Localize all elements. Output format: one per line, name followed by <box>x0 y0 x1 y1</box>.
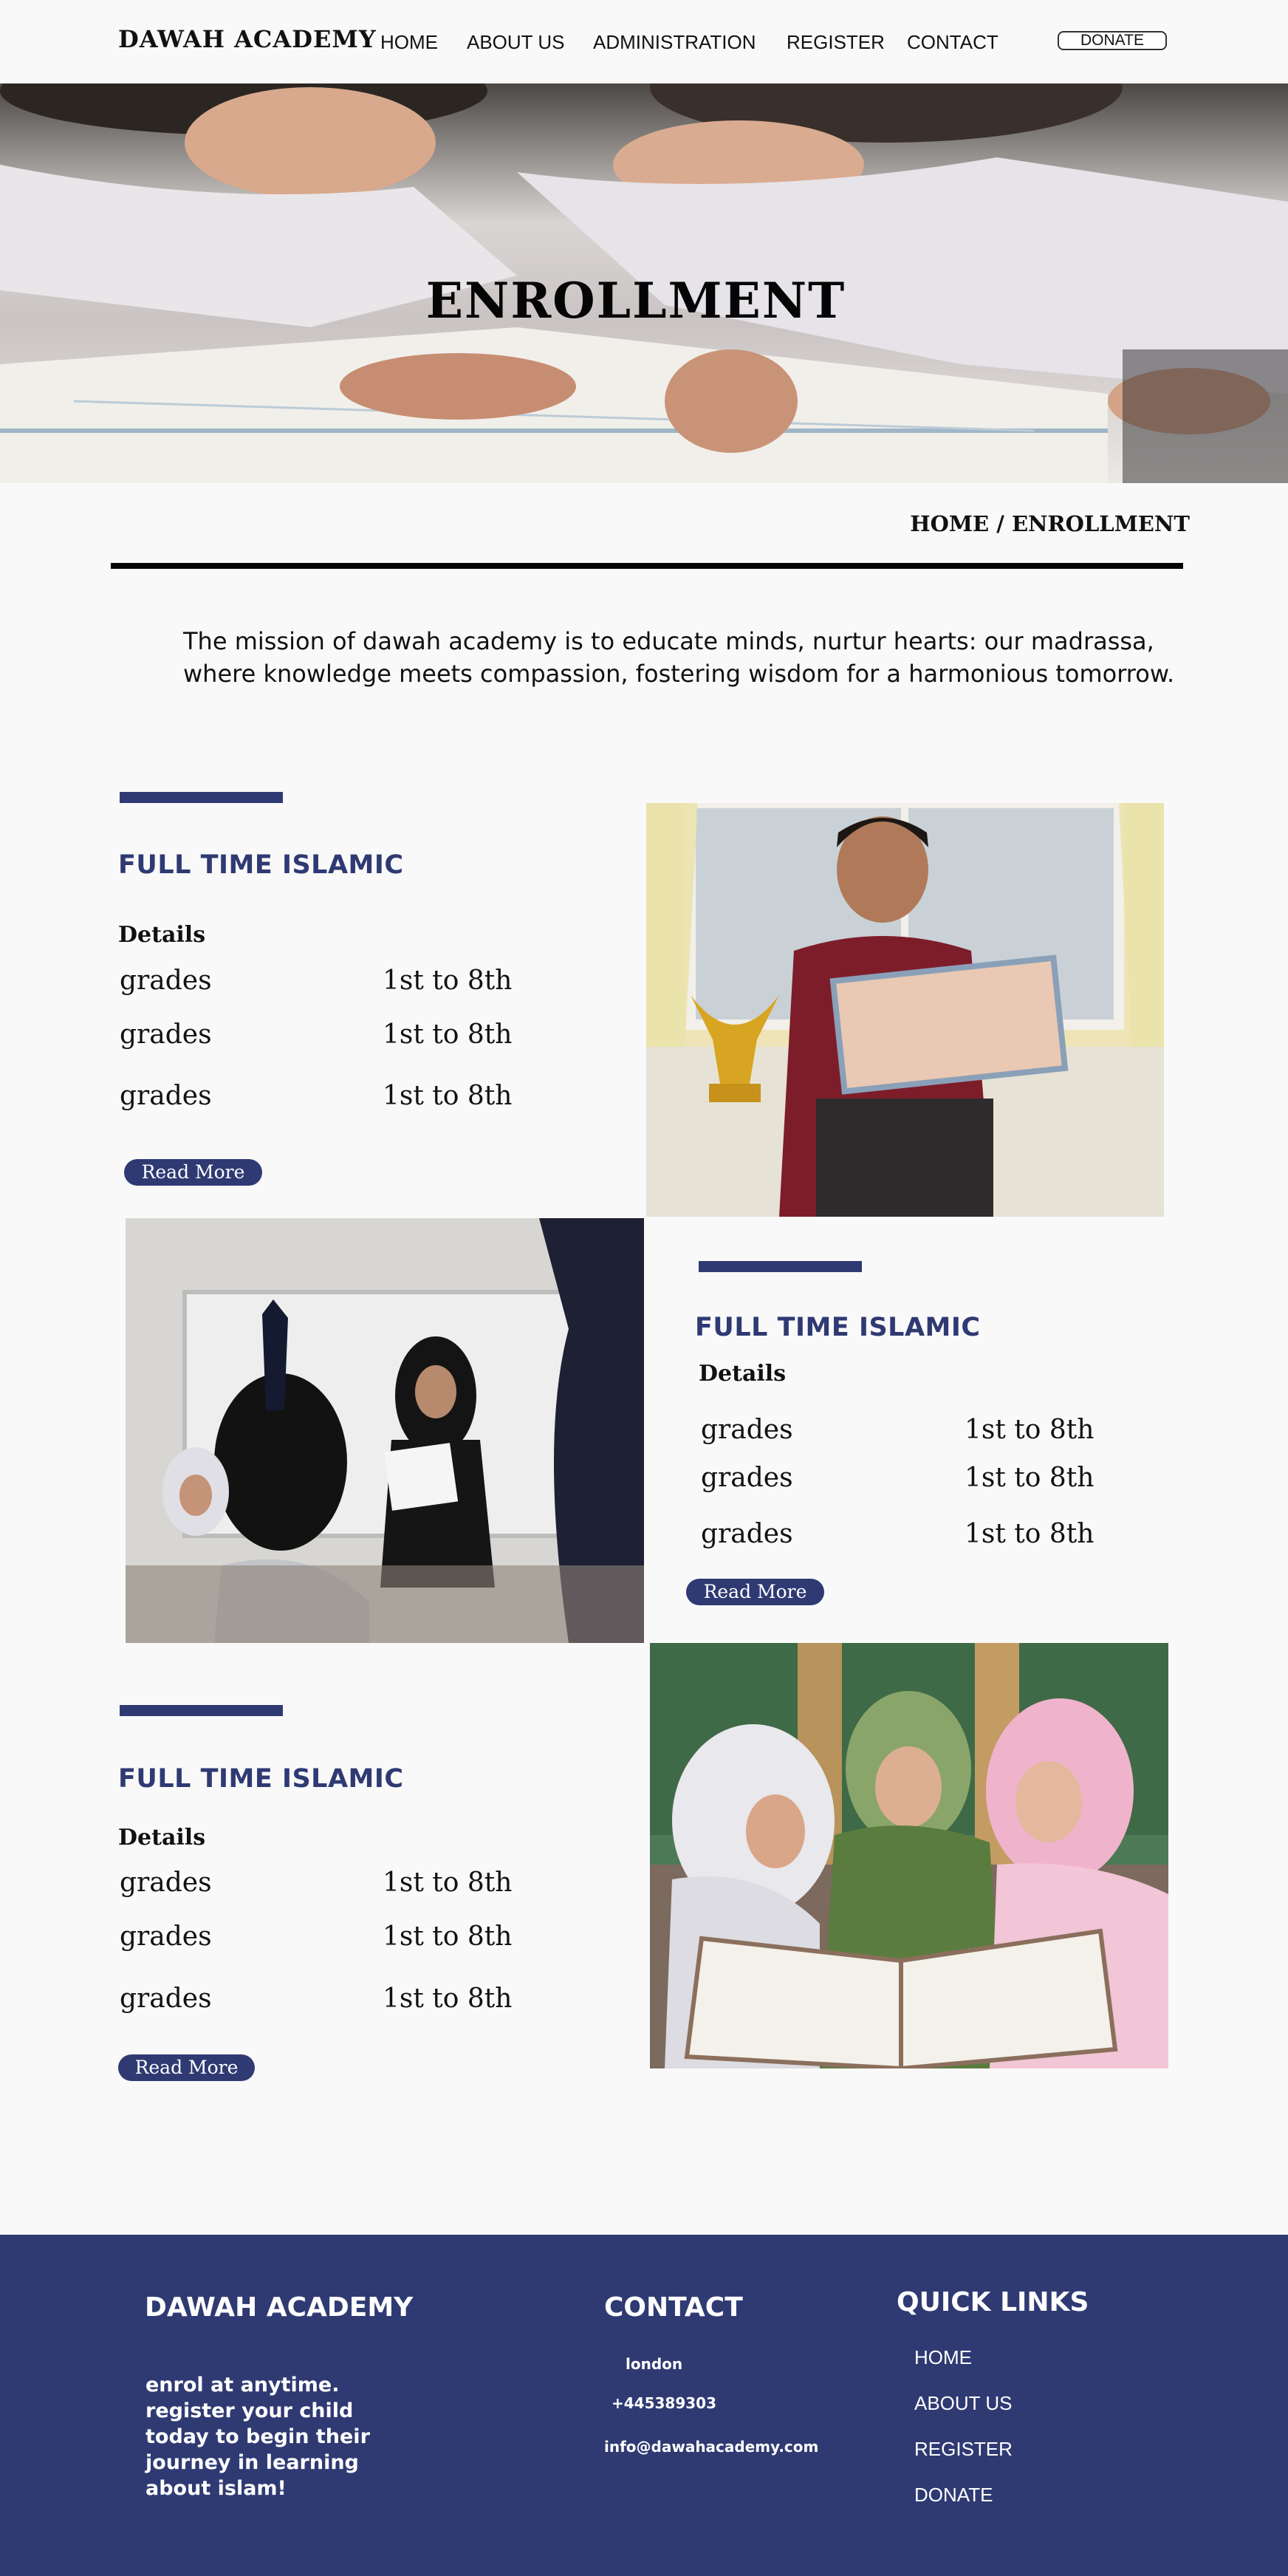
program-3-read-more-button[interactable]: Read More <box>118 2054 255 2081</box>
program-3-title: FULL TIME ISLAMIC <box>118 1764 404 1794</box>
footer-link-about-us[interactable]: ABOUT US <box>914 2392 1012 2415</box>
program-3-row-3-value: 1st to 8th <box>383 1984 513 2014</box>
program-3-row-2-value: 1st to 8th <box>383 1921 513 1952</box>
footer-brand: DAWAH ACADEMY <box>145 2292 414 2323</box>
program-2-accent-bar <box>699 1261 862 1272</box>
footer-contact-location: london <box>626 2355 683 2373</box>
program-2-row-2-label: grades <box>701 1463 793 1493</box>
program-2-row-3-value: 1st to 8th <box>965 1519 1095 1549</box>
donate-button[interactable]: DONATE <box>1058 31 1167 50</box>
site-header: DAWAH ACADEMY HOME ABOUT US ADMINISTRATI… <box>0 0 1288 83</box>
program-2-row-1-value: 1st to 8th <box>965 1415 1095 1445</box>
program-3-row-1-label: grades <box>120 1868 212 1898</box>
breadcrumb-separator: / <box>996 511 1004 536</box>
program-2-row-3-label: grades <box>701 1519 793 1549</box>
program-3-details-label: Details <box>118 1825 206 1851</box>
program-1-photo <box>646 803 1164 1217</box>
section-divider <box>111 563 1183 569</box>
mission-statement: The mission of dawah academy is to educa… <box>183 627 1175 688</box>
nav-administration[interactable]: ADMINISTRATION <box>593 31 756 54</box>
program-3-row-2-label: grades <box>120 1921 212 1952</box>
program-3-accent-bar <box>120 1705 283 1716</box>
program-1-title: FULL TIME ISLAMIC <box>118 850 404 880</box>
hero-banner: ENROLLMENT <box>0 83 1288 483</box>
footer-contact-title: CONTACT <box>604 2292 743 2323</box>
footer-contact-email[interactable]: info@dawahacademy.com <box>604 2438 818 2456</box>
program-2-details-label: Details <box>699 1361 787 1387</box>
program-3-row-3-label: grades <box>120 1984 212 2014</box>
program-1-details-label: Details <box>118 922 206 948</box>
program-1-row-2-value: 1st to 8th <box>383 1019 513 1050</box>
program-2-row-2-value: 1st to 8th <box>965 1463 1095 1493</box>
breadcrumb-current: ENROLLMENT <box>1011 511 1190 536</box>
nav-register[interactable]: REGISTER <box>787 31 885 54</box>
program-1-row-3-value: 1st to 8th <box>383 1081 513 1111</box>
nav-contact[interactable]: CONTACT <box>907 31 998 54</box>
breadcrumb: HOME / ENROLLMENT <box>910 511 1190 536</box>
hero-title: ENROLLMENT <box>425 272 846 329</box>
site-footer: DAWAH ACADEMY enrol at anytime. register… <box>0 2235 1288 2576</box>
nav-about-us[interactable]: ABOUT US <box>467 31 564 54</box>
footer-quick-links-title: QUICK LINKS <box>897 2287 1089 2317</box>
program-2-read-more-button[interactable]: Read More <box>686 1579 824 1605</box>
footer-about-text: enrol at anytime. register your child to… <box>145 2374 370 2500</box>
footer-link-donate[interactable]: DONATE <box>914 2484 993 2507</box>
program-1-accent-bar <box>120 792 283 803</box>
site-logo[interactable]: DAWAH ACADEMY <box>118 25 377 53</box>
program-1-row-1-label: grades <box>120 966 212 996</box>
footer-link-register[interactable]: REGISTER <box>914 2438 1013 2461</box>
program-1-read-more-button[interactable]: Read More <box>124 1159 262 1186</box>
breadcrumb-home[interactable]: HOME <box>910 511 989 536</box>
program-3-photo <box>650 1643 1168 2068</box>
program-1-row-2-label: grades <box>120 1019 212 1050</box>
program-2-title: FULL TIME ISLAMIC <box>695 1313 981 1342</box>
program-1-row-3-label: grades <box>120 1081 212 1111</box>
program-2-row-1-label: grades <box>701 1415 793 1445</box>
nav-home[interactable]: HOME <box>380 31 438 54</box>
program-1-row-1-value: 1st to 8th <box>383 966 513 996</box>
program-2-photo <box>126 1218 644 1643</box>
footer-link-home[interactable]: HOME <box>914 2346 972 2369</box>
footer-contact-phone[interactable]: +445389303 <box>612 2394 716 2412</box>
program-3-row-1-value: 1st to 8th <box>383 1868 513 1898</box>
